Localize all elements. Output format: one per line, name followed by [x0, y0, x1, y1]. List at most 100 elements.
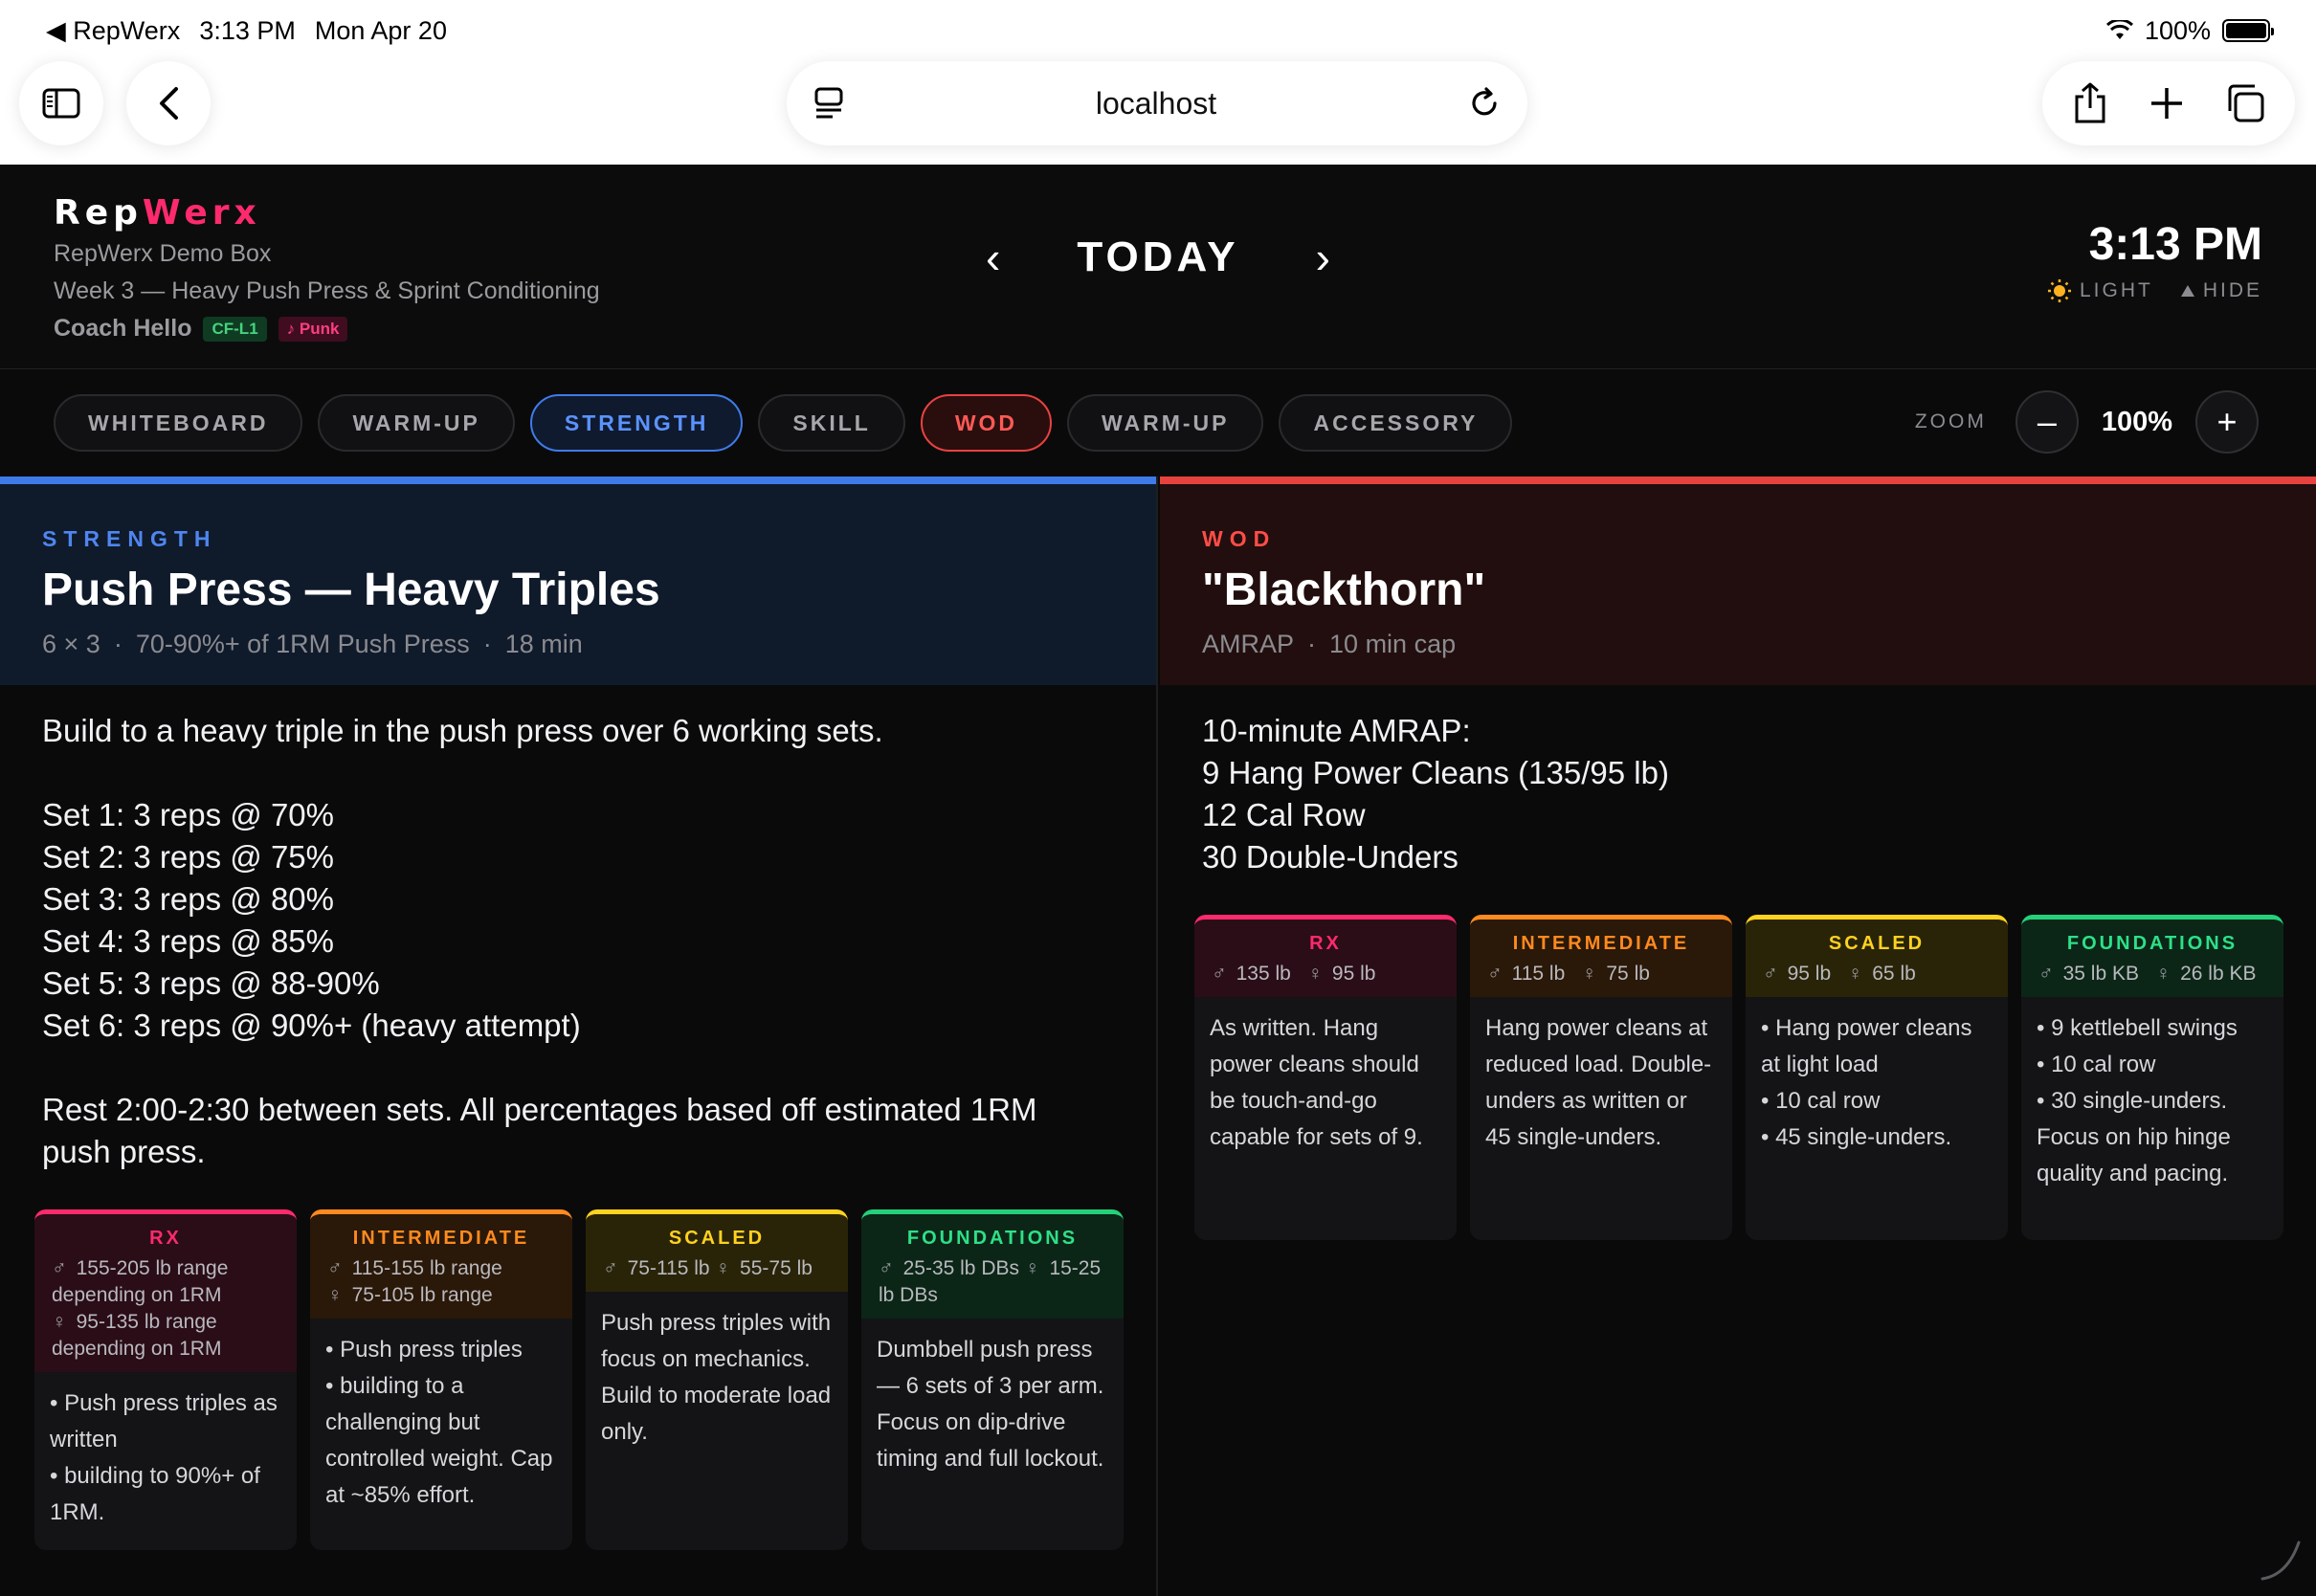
status-bar: ◀ RepWerx 3:13 PM Mon Apr 20 100%: [46, 13, 2274, 48]
tab-whiteboard[interactable]: WHITEBOARD: [54, 394, 303, 452]
wod-cap: 10 min cap: [1329, 630, 1457, 658]
wod-title: "Blackthorn": [1202, 565, 1486, 615]
tab-skill[interactable]: SKILL: [758, 394, 905, 452]
share-icon[interactable]: [2071, 81, 2109, 125]
strength-duration: 18 min: [504, 630, 583, 658]
male-icon: ♂: [879, 1257, 894, 1279]
male-icon: ♂: [1212, 963, 1227, 985]
wod-header: WOD "Blackthorn" AMRAP · 10 min cap: [1160, 477, 2316, 685]
week-title: Week 3 — Heavy Push Press & Sprint Condi…: [54, 277, 600, 304]
level-card-foundations[interactable]: FOUNDATIONS ♂ 25-35 lb DBs ♀ 15-25 lb DB…: [861, 1209, 1124, 1550]
day-navigator: ‹ TODAY ›: [986, 232, 1330, 283]
tab-warm-up[interactable]: WARM-UP: [318, 394, 515, 452]
male-load: 35 lb KB: [2062, 963, 2139, 985]
level-name: SCALED: [668, 1228, 766, 1249]
hide-header-toggle[interactable]: HIDE: [2180, 278, 2262, 303]
strength-panel: STRENGTH Push Press — Heavy Triples 6 × …: [0, 477, 1158, 1596]
back-to-app-link[interactable]: ◀ RepWerx: [46, 16, 180, 46]
male-icon: ♂: [52, 1257, 67, 1279]
back-button[interactable]: [126, 61, 211, 145]
level-loads: ♂ 75-115 lb ♀ 55-75 lb: [599, 1255, 835, 1282]
female-icon: ♀: [327, 1284, 343, 1306]
tabs-overview-icon[interactable]: [2224, 82, 2266, 124]
female-load: 95-135 lb range depending on 1RM: [52, 1311, 222, 1360]
wifi-icon: [2105, 20, 2133, 39]
male-load: 135 lb: [1236, 963, 1291, 985]
day-label: TODAY: [1077, 233, 1239, 280]
level-card-rx[interactable]: RX ♂ 135 lb ♀ 95 lb As written. Hang pow…: [1194, 915, 1457, 1240]
address-bar[interactable]: localhost: [787, 61, 1527, 145]
coach-row: Coach Hello CF-L1 ♪ Punk: [54, 315, 600, 343]
level-description: Dumbbell push press — 6 sets of 3 per ar…: [877, 1337, 1104, 1472]
light-mode-toggle[interactable]: LIGHT: [2047, 278, 2153, 303]
zoom-in-button[interactable]: +: [2195, 390, 2259, 454]
strength-subtitle: 6 × 3 · 70-90%+ of 1RM Push Press · 18 m…: [42, 630, 1114, 659]
level-card-rx[interactable]: RX ♂ 155-205 lb range depending on 1RM ♀ …: [34, 1209, 297, 1550]
tab-accessory[interactable]: ACCESSORY: [1279, 394, 1513, 452]
logo-part-werx: Werx: [142, 193, 261, 233]
strength-description: Build to a heavy triple in the push pres…: [42, 713, 1037, 1169]
level-loads: ♂ 25-35 lb DBs ♀ 15-25 lb DBs: [875, 1255, 1110, 1309]
strength-kicker: STRENGTH: [42, 526, 217, 551]
level-card-foundations[interactable]: FOUNDATIONS ♂ 35 lb KB ♀ 26 lb KB • 9 ke…: [2021, 915, 2283, 1240]
female-icon: ♀: [1024, 1257, 1040, 1279]
browser-chrome: ◀ RepWerx 3:13 PM Mon Apr 20 100% localh…: [0, 0, 2316, 165]
zoom-label: ZOOM: [1914, 410, 1987, 432]
level-name: SCALED: [1828, 933, 1926, 954]
battery-percent: 100%: [2144, 15, 2211, 45]
level-card-intermediate[interactable]: INTERMEDIATE ♂ 115 lb ♀ 75 lb Hang power…: [1470, 915, 1732, 1240]
resize-handle-icon[interactable]: [2259, 1539, 2303, 1583]
status-time: 3:13 PM: [199, 15, 296, 45]
male-load: 95 lb: [1787, 963, 1832, 985]
prev-day-button[interactable]: ‹: [986, 232, 1000, 283]
tab-warm-up-2[interactable]: WARM-UP: [1067, 394, 1264, 452]
separator: ·: [482, 630, 492, 658]
male-load: 115 lb: [1511, 963, 1566, 985]
level-loads: ♂ 115 lb ♀ 75 lb: [1483, 961, 1719, 987]
level-name: FOUNDATIONS: [2066, 933, 2238, 954]
clock-block: 3:13 PM LIGHT HIDE: [2047, 218, 2262, 303]
new-tab-icon[interactable]: [2149, 85, 2185, 122]
app-logo: RepWerx: [54, 193, 600, 233]
male-load: 75-115 lb: [627, 1257, 710, 1279]
level-description: Hang power cleans at reduced load. Doubl…: [1485, 1015, 1712, 1150]
sidebar-toggle-button[interactable]: [19, 61, 103, 145]
wod-description: 10-minute AMRAP: 9 Hang Power Cleans (13…: [1202, 713, 1669, 875]
male-load: 155-205 lb range depending on 1RM: [52, 1257, 229, 1306]
level-loads: ♂ 115-155 lb range ♀ 75-105 lb range: [323, 1255, 559, 1309]
separator: ·: [113, 630, 122, 658]
level-description: Push press triples with focus on mechani…: [601, 1310, 832, 1445]
female-load: 75 lb: [1606, 963, 1650, 985]
box-name: RepWerx Demo Box: [54, 240, 272, 267]
strength-levels: RX ♂ 155-205 lb range depending on 1RM ♀ …: [34, 1209, 1124, 1550]
female-icon: ♀: [52, 1311, 67, 1333]
tab-wod[interactable]: WOD: [920, 394, 1053, 452]
level-loads: ♂ 35 lb KB ♀ 26 lb KB: [2035, 961, 2270, 987]
zoom-value: 100%: [2101, 406, 2172, 437]
male-icon: ♂: [2038, 963, 2054, 985]
level-name: FOUNDATIONS: [906, 1228, 1079, 1249]
tab-strength[interactable]: STRENGTH: [529, 394, 744, 452]
browser-actions: [2042, 61, 2295, 145]
level-card-scaled[interactable]: SCALED ♂ 95 lb ♀ 65 lb • Hang power clea…: [1746, 915, 2008, 1240]
level-description: • Hang power cleans at light load • 10 c…: [1761, 1015, 1972, 1150]
clock-time: 3:13 PM: [2088, 219, 2262, 270]
male-load: 25-35 lb DBs: [902, 1257, 1019, 1279]
section-tabs: WHITEBOARD WARM-UP STRENGTH SKILL WOD WA…: [0, 369, 2316, 477]
wod-subtitle: AMRAP · 10 min cap: [1202, 630, 2274, 659]
level-card-scaled[interactable]: SCALED ♂ 75-115 lb ♀ 55-75 lb Push press…: [586, 1209, 848, 1550]
light-label: LIGHT: [2079, 279, 2153, 301]
wod-panel: WOD "Blackthorn" AMRAP · 10 min cap 10-m…: [1160, 477, 2316, 1596]
chevron-left-icon: [160, 87, 178, 120]
triangle-up-icon: [2180, 285, 2194, 297]
zoom-out-button[interactable]: –: [2015, 390, 2079, 454]
male-icon: ♂: [1487, 963, 1503, 985]
sidebar-icon: [42, 88, 80, 119]
male-icon: ♂: [327, 1257, 343, 1279]
music-badge: ♪ Punk: [278, 316, 348, 342]
reader-icon: [814, 87, 843, 119]
next-day-button[interactable]: ›: [1316, 232, 1330, 283]
reload-icon[interactable]: [1468, 87, 1501, 120]
level-card-intermediate[interactable]: INTERMEDIATE ♂ 115-155 lb range ♀ 75-105 …: [310, 1209, 572, 1550]
male-icon: ♂: [603, 1257, 618, 1279]
